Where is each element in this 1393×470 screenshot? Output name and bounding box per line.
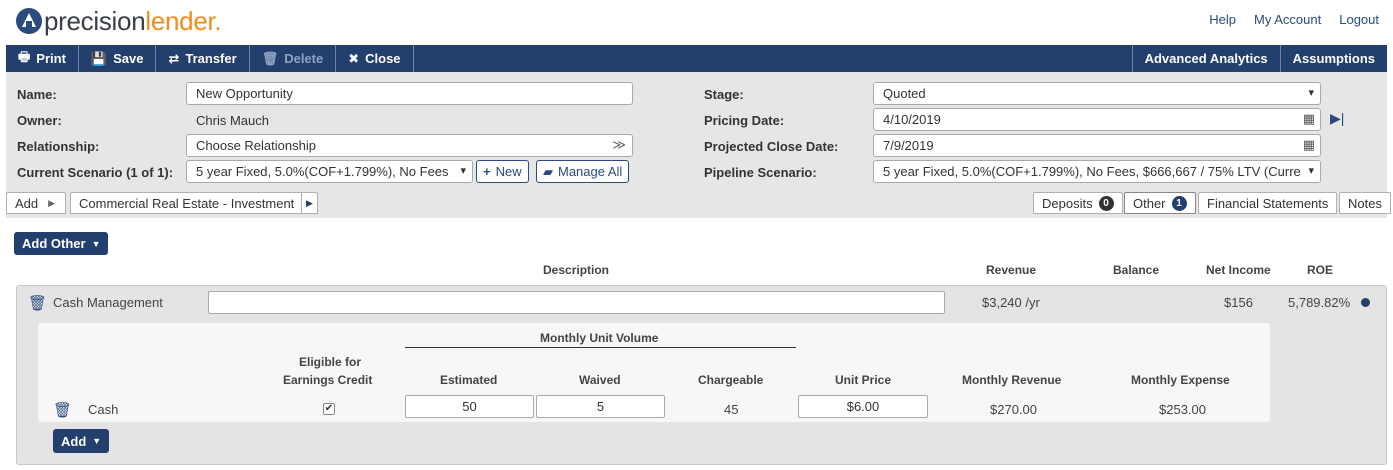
header-monthly-expense: Monthly Expense xyxy=(1131,373,1230,387)
manage-all-button[interactable]: ▰ Manage All xyxy=(536,160,630,183)
pipeline-scenario-select[interactable]: 5 year Fixed, 5.0%(COF+1.799%), No Fees,… xyxy=(873,160,1321,183)
projected-close-date-label: Projected Close Date: xyxy=(704,139,839,154)
stage-select[interactable]: Quoted xyxy=(873,82,1321,105)
transfer-button[interactable]: ⇄ Transfer xyxy=(156,45,250,72)
transfer-icon: ⇄ xyxy=(168,50,180,66)
pricing-date-input[interactable]: 4/10/2019 ▦ xyxy=(873,108,1321,131)
group-header-underline xyxy=(405,347,796,348)
row-roe: 5,789.82% xyxy=(1288,295,1351,310)
header-revenue: Revenue xyxy=(986,263,1037,277)
monthly-unit-volume-header: Monthly Unit Volume xyxy=(540,331,659,345)
unit-price-input[interactable]: $6.00 xyxy=(798,395,928,418)
close-icon: ✖ xyxy=(348,50,360,66)
item-name: Cash xyxy=(88,402,119,417)
header-net-income: Net Income xyxy=(1206,263,1271,277)
header-description: Description xyxy=(543,263,610,277)
name-input[interactable]: New Opportunity xyxy=(186,82,633,105)
current-scenario-label: Current Scenario (1 of 1): xyxy=(17,165,174,180)
stage-label: Stage: xyxy=(704,87,744,102)
double-chevron-down-icon: ≫ xyxy=(612,137,626,152)
eligible-header-line2: Earnings Credit xyxy=(283,373,373,387)
header-balance: Balance xyxy=(1113,263,1160,277)
monthly-revenue-value: $270.00 xyxy=(990,402,1037,417)
projected-close-date-input[interactable]: 7/9/2019 ▦ xyxy=(873,134,1321,157)
tab-commercial-real-estate[interactable]: Commercial Real Estate - Investment xyxy=(70,192,304,214)
relationship-select[interactable]: Choose Relationship ≫ xyxy=(186,134,633,157)
other-count-badge: 1 xyxy=(1171,195,1187,211)
header-roe: ROE xyxy=(1307,263,1334,277)
relationship-label: Relationship: xyxy=(17,139,100,154)
header-unit-price: Unit Price xyxy=(835,373,892,387)
add-item-button[interactable]: Add ▼ xyxy=(53,429,110,453)
caret-down-icon: ▼ xyxy=(92,436,102,446)
monthly-expense-value: $253.00 xyxy=(1159,402,1206,417)
folder-icon: ▰ xyxy=(543,163,553,179)
logo-text: precisionlender. xyxy=(44,5,222,36)
help-link[interactable]: Help xyxy=(1209,12,1236,27)
tab-notes[interactable]: Notes xyxy=(1339,192,1391,214)
owner-value: Chris Mauch xyxy=(196,113,269,128)
header-chargeable: Chargeable xyxy=(698,373,764,387)
relationship-select-value: Choose Relationship xyxy=(196,138,316,153)
eligible-header-line1: Eligible for xyxy=(298,355,361,369)
print-button[interactable]: 🖶 Print xyxy=(6,45,79,72)
row-revenue: $3,240 /yr xyxy=(982,295,1040,310)
header-monthly-revenue: Monthly Revenue xyxy=(962,373,1062,387)
header-waived: Waived xyxy=(579,373,621,387)
print-icon: 🖶 xyxy=(18,48,31,64)
save-icon: 💾 xyxy=(90,50,108,66)
caret-right-icon: ▶ xyxy=(48,197,56,208)
waived-input[interactable]: 5 xyxy=(536,395,665,418)
trash-icon: 🗑 xyxy=(261,50,279,66)
tab-other[interactable]: Other 1 xyxy=(1124,192,1196,214)
logo: precisionlender. xyxy=(16,4,222,38)
close-button[interactable]: ✖ Close xyxy=(336,45,414,72)
header-estimated: Estimated xyxy=(440,373,498,387)
name-label: Name: xyxy=(17,87,57,102)
deposits-count-badge: 0 xyxy=(1098,195,1114,211)
calendar-icon[interactable]: ▦ xyxy=(1303,137,1315,153)
row-net-income: $156 xyxy=(1224,295,1253,310)
assumptions-button[interactable]: Assumptions xyxy=(1279,45,1387,72)
chargeable-value: 45 xyxy=(724,402,739,417)
eligible-checkbox[interactable]: ✔ xyxy=(323,403,335,415)
logout-link[interactable]: Logout xyxy=(1339,12,1379,27)
add-product-tab[interactable]: Add ▶ xyxy=(6,192,66,214)
delete-row-trash-icon[interactable]: 🗑 xyxy=(28,294,47,312)
pricing-date-label: Pricing Date: xyxy=(704,113,785,128)
tab-scroll-right[interactable]: ▶ xyxy=(301,192,318,214)
row-name: Cash Management xyxy=(53,295,163,310)
toolbar: 🖶 Print 💾 Save ⇄ Transfer 🗑 Delete ✖ Close Ad… xyxy=(6,45,1387,72)
stage-value: Quoted xyxy=(883,86,926,101)
caret-right-icon: ▶ xyxy=(306,197,313,208)
current-scenario-select[interactable]: 5 year Fixed, 5.0%(COF+1.799%), No Fees xyxy=(186,160,473,183)
row-status-dot[interactable] xyxy=(1361,298,1370,307)
tab-deposits[interactable]: Deposits 0 xyxy=(1033,192,1123,214)
add-other-button[interactable]: Add Other ▼ xyxy=(14,232,109,255)
pipeline-scenario-value: 5 year Fixed, 5.0%(COF+1.799%), No Fees,… xyxy=(883,164,1301,179)
row-description-input[interactable] xyxy=(208,291,945,314)
caret-down-icon: ▼ xyxy=(91,238,101,249)
new-scenario-button[interactable]: + New xyxy=(476,160,529,183)
pipeline-scenario-label: Pipeline Scenario: xyxy=(704,165,817,180)
logo-mark-icon xyxy=(16,8,42,34)
skip-forward-icon[interactable]: ▶| xyxy=(1330,110,1344,127)
current-scenario-value: 5 year Fixed, 5.0%(COF+1.799%), No Fees xyxy=(196,164,449,179)
owner-label: Owner: xyxy=(17,113,62,128)
estimated-input[interactable]: 50 xyxy=(405,395,534,418)
delete-button[interactable]: 🗑 Delete xyxy=(250,45,337,72)
advanced-analytics-button[interactable]: Advanced Analytics xyxy=(1131,45,1280,72)
my-account-link[interactable]: My Account xyxy=(1254,12,1321,27)
top-links: Help My Account Logout xyxy=(1209,12,1379,27)
calendar-icon[interactable]: ▦ xyxy=(1303,111,1315,127)
plus-icon: + xyxy=(483,164,491,179)
tab-financial-statements[interactable]: Financial Statements xyxy=(1198,192,1338,214)
save-button[interactable]: 💾 Save xyxy=(79,45,157,72)
delete-item-trash-icon[interactable]: 🗑 xyxy=(53,401,72,419)
